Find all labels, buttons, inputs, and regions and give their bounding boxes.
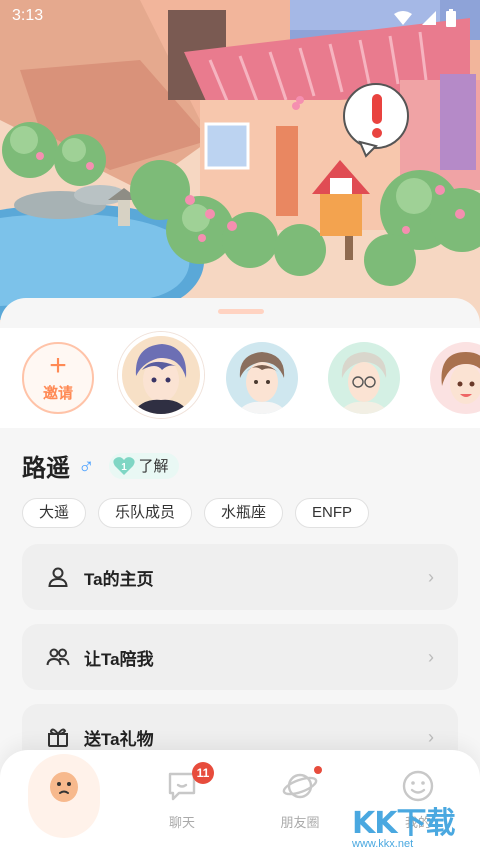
status-bar: 3:13: [0, 0, 480, 34]
chat-icon: 11: [164, 762, 214, 804]
character-name: 路遥: [22, 455, 70, 482]
chevron-right-icon: ›: [428, 726, 434, 747]
drag-handle[interactable]: [218, 309, 264, 314]
invite-button[interactable]: + 邀请: [22, 342, 94, 414]
tag-list: 大遥 乐队成员 水瓶座 ENFP: [22, 498, 370, 528]
name-row: 路遥 ♂ 1 了解: [22, 448, 179, 483]
planet-icon: [282, 766, 322, 804]
tag-chip: 大遥: [22, 498, 87, 528]
gift-icon: [48, 728, 68, 747]
chevron-right-icon: ›: [428, 566, 434, 587]
nav-moments[interactable]: 朋友圈: [252, 750, 348, 854]
cottage-face-icon: [46, 768, 82, 804]
tag-chip: 乐队成员: [98, 498, 193, 528]
plus-icon: +: [49, 348, 67, 382]
nav-label: 聊天: [168, 815, 195, 830]
nav-cottage[interactable]: 小屋: [16, 750, 112, 854]
menu-accompany[interactable]: 让Ta陪我 ›: [22, 624, 458, 690]
menu-label: 送Ta礼物: [84, 729, 154, 749]
status-time: 3:13: [12, 7, 44, 24]
nav-label: 朋友圈: [280, 815, 320, 830]
menu-label: Ta的主页: [84, 569, 154, 589]
intimacy-badge[interactable]: 1 了解: [108, 452, 179, 479]
people-icon: [46, 648, 70, 666]
battery-icon: [446, 9, 456, 27]
avatar-character-3[interactable]: [328, 342, 400, 414]
invite-label: 邀请: [42, 384, 73, 402]
heart-icon: 1: [112, 456, 135, 475]
character-carousel: + 邀请: [0, 328, 480, 428]
watermark: KK下载 www.kkx.net: [352, 798, 470, 854]
watermark-logo: KK下载: [352, 806, 456, 841]
intimacy-level: 1: [121, 462, 127, 473]
menu-homepage[interactable]: Ta的主页 ›: [22, 544, 458, 610]
signal-icon: [422, 11, 436, 25]
notification-dot: [314, 766, 322, 774]
avatar-selected-luyao[interactable]: [118, 332, 204, 418]
avatar-character-4[interactable]: [430, 342, 480, 414]
system-icons: [394, 9, 456, 27]
wifi-icon: [394, 11, 412, 25]
avatar-character-2[interactable]: [226, 342, 298, 414]
nav-chat[interactable]: 11 聊天: [134, 750, 230, 854]
tag-chip: 水瓶座: [204, 498, 284, 528]
chevron-right-icon: ›: [428, 646, 434, 667]
know-label: 了解: [138, 458, 169, 475]
cottage-scene[interactable]: [0, 0, 480, 330]
menu-label: 让Ta陪我: [84, 649, 154, 669]
unread-badge: 11: [192, 762, 214, 784]
person-icon: [48, 567, 68, 587]
male-icon: ♂: [78, 452, 95, 478]
tag-chip: ENFP: [295, 498, 370, 528]
